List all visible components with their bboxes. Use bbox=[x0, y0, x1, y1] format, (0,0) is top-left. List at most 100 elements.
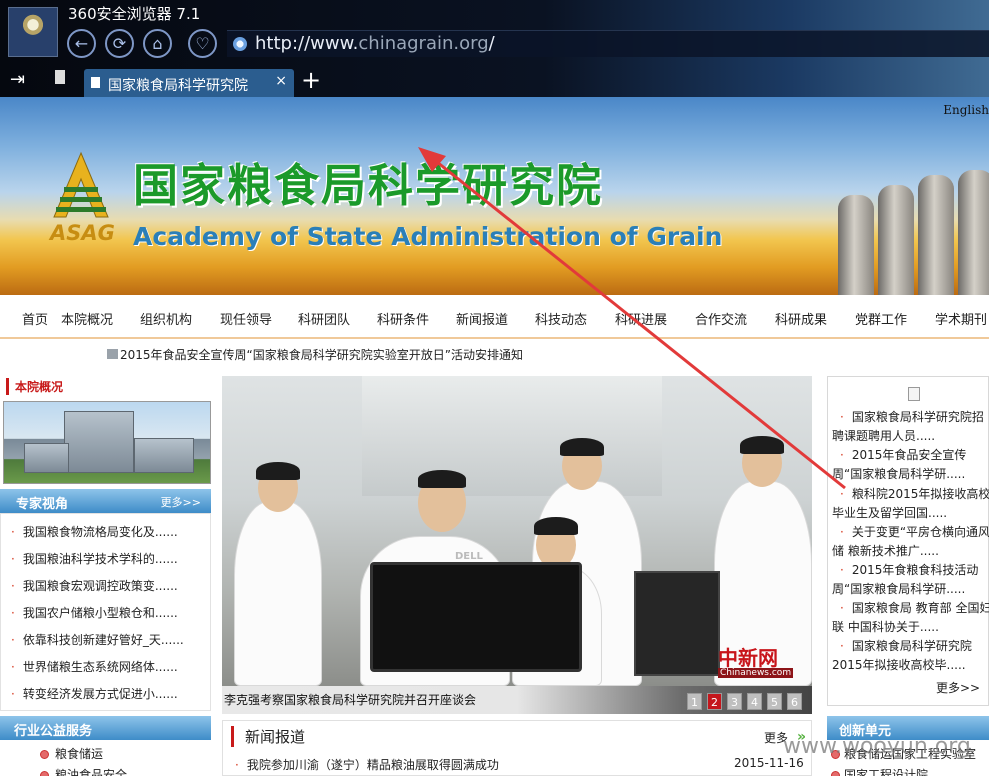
refresh-icon[interactable]: ⟳ bbox=[105, 29, 134, 58]
site-title: 国家粮食局科学研究院 bbox=[133, 159, 604, 212]
slide-caption[interactable]: 李克强考察国家粮食局科学研究院并召开座谈会 bbox=[224, 691, 476, 708]
address-bar[interactable]: http://www.chinagrain.org/ bbox=[227, 30, 989, 57]
home-icon[interactable]: ⌂ bbox=[143, 29, 172, 58]
list-item[interactable]: · 国家粮食局 教育部 全国妇联 中国科协关于..... bbox=[832, 599, 989, 637]
source-url: Chinanews.com bbox=[718, 668, 794, 678]
slide-page-5[interactable]: 5 bbox=[767, 693, 782, 710]
news-title: 新闻报道 bbox=[231, 726, 305, 747]
news-section: 新闻报道 更多 » · 我院参加川渝（遂宁）精品粮油展取得圆满成功 2015-11… bbox=[222, 720, 812, 776]
list-item-text: 关于变更“平房仓横向通风储 粮新技术推广..... bbox=[832, 525, 989, 558]
tab-strip: ⇥ 国家粮食局科学研究院 × + bbox=[0, 66, 989, 97]
innovation-item[interactable]: 国家工程设计院 bbox=[827, 766, 928, 776]
slideshow-photo[interactable]: DELL 中新网 Chinanews.com bbox=[222, 376, 812, 686]
list-item[interactable]: · 国家粮食局科学研究院2015年拟接收高校毕..... bbox=[832, 637, 989, 675]
grain-silo bbox=[918, 175, 954, 295]
list-item[interactable]: · 转变经济发展方式促进小...... bbox=[11, 685, 178, 702]
bullet-icon: · bbox=[840, 410, 844, 424]
list-item-text: 我国农户储粮小型粮仓和...... bbox=[22, 606, 178, 620]
building-shape bbox=[24, 443, 69, 473]
lab-shelf bbox=[362, 376, 662, 496]
experts-title: 专家视角 bbox=[16, 497, 69, 512]
bullet-icon: · bbox=[11, 633, 15, 647]
bullet-icon: · bbox=[840, 563, 844, 577]
nav-item-organization[interactable]: 组织机构 bbox=[140, 309, 192, 328]
bullet-icon: · bbox=[11, 660, 15, 674]
nav-item-journals[interactable]: 学术期刊 bbox=[935, 309, 987, 328]
list-item-text: 粮科院2015年拟接收高校毕业生及留学回国..... bbox=[832, 487, 989, 520]
grain-silo bbox=[958, 170, 989, 295]
back-icon[interactable]: ← bbox=[67, 29, 96, 58]
nav-item-teams[interactable]: 科研团队 bbox=[298, 309, 350, 328]
list-item-text: 2015年食品安全宣传周“国家粮食局科学研..... bbox=[832, 448, 967, 481]
slide-page-1[interactable]: 1 bbox=[687, 693, 702, 710]
news-slideshow[interactable]: DELL 中新网 Chinanews.com 李克强考察国家粮食局科学研究院并召… bbox=[222, 376, 812, 714]
tab-label: 国家粮食局科学研究院 bbox=[108, 78, 248, 94]
slide-page-2[interactable]: 2 bbox=[707, 693, 722, 710]
experts-header: 专家视角 更多>> bbox=[0, 489, 211, 513]
person-hair bbox=[418, 470, 466, 488]
experts-list: · 我国粮食物流格局变化及...... · 我国粮油科学技术学科的...... · 我… bbox=[0, 513, 211, 711]
nav-item-tech[interactable]: 科技动态 bbox=[535, 309, 587, 328]
nav-item-news[interactable]: 新闻报道 bbox=[456, 309, 508, 328]
site-banner: English ASAG 国家粮食局科学研究院 Academy of State… bbox=[0, 97, 989, 295]
person-hair bbox=[256, 462, 300, 480]
slide-page-3[interactable]: 3 bbox=[727, 693, 742, 710]
bullet-icon: · bbox=[840, 525, 844, 539]
list-item[interactable]: · 我国粮油科学技术学科的...... bbox=[11, 550, 178, 567]
nav-item-conditions[interactable]: 科研条件 bbox=[377, 309, 429, 328]
nav-item-cooperation[interactable]: 合作交流 bbox=[695, 309, 747, 328]
heart-icon[interactable]: ♡ bbox=[188, 29, 217, 58]
tab-list-icon[interactable] bbox=[55, 70, 65, 84]
list-item[interactable]: · 依靠科技创新建好管好_天...... bbox=[11, 631, 184, 648]
intro-heading[interactable]: 本院概况 bbox=[6, 378, 63, 395]
url-text[interactable]: http://www.chinagrain.org/ bbox=[255, 33, 495, 54]
list-item[interactable]: · 2015年食品安全宣传周“国家粮食局科学研..... bbox=[832, 446, 989, 484]
nav-item-overview[interactable]: 本院概况 bbox=[61, 309, 113, 328]
slide-caption-bar: 李克强考察国家粮食局科学研究院并召开座谈会 bbox=[222, 686, 812, 714]
site-subtitle: Academy of State Administration of Grain bbox=[133, 222, 723, 251]
close-icon[interactable]: × bbox=[275, 73, 287, 89]
nav-item-leaders[interactable]: 现任领导 bbox=[220, 309, 272, 328]
experts-more-link[interactable]: 更多>> bbox=[161, 494, 201, 510]
list-item[interactable]: · 我国粮食宏观调控政策变...... bbox=[11, 577, 178, 594]
monitor: DELL bbox=[370, 551, 582, 672]
slide-page-6[interactable]: 6 bbox=[787, 693, 802, 710]
watermark: www.wooyun.org bbox=[783, 734, 971, 759]
institute-building-image[interactable] bbox=[3, 401, 211, 484]
industry-item[interactable]: 粮油食品安全 bbox=[40, 766, 127, 776]
list-item[interactable]: · 国家粮食局科学研究院招聘课题聘用人员..... bbox=[832, 408, 989, 446]
source-logo: 中新网 bbox=[718, 646, 778, 670]
nav-item-home[interactable]: 首页 bbox=[22, 309, 48, 328]
broken-image-icon bbox=[908, 387, 920, 401]
url-prefix: http://www. bbox=[255, 33, 359, 54]
tab-active[interactable]: 国家粮食局科学研究院 × bbox=[84, 69, 294, 97]
list-item[interactable]: · 2015年食粮食科技活动周“国家粮食局科学研..... bbox=[832, 561, 989, 599]
nav-item-progress[interactable]: 科研进展 bbox=[615, 309, 667, 328]
url-domain: chinagrain.org bbox=[358, 33, 489, 54]
list-item[interactable]: · 世界储粮生态系统网络体...... bbox=[11, 658, 178, 675]
sidebar-toggle-icon[interactable]: ⇥ bbox=[10, 69, 25, 90]
notice-more-link[interactable]: 更多>> bbox=[936, 679, 980, 696]
bullet-icon bbox=[40, 771, 49, 776]
bullet-icon: · bbox=[11, 687, 15, 701]
notice-ticker[interactable]: 2015年食品安全宣传周“国家粮食局科学研究院实验室开放日”活动安排通知 bbox=[107, 346, 523, 363]
list-item[interactable]: · 关于变更“平房仓横向通风储 粮新技术推广..... bbox=[832, 523, 989, 561]
list-item[interactable]: · 我国农户储粮小型粮仓和...... bbox=[11, 604, 178, 621]
list-item-text: 2015年食粮食科技活动周“国家粮食局科学研..... bbox=[832, 563, 979, 596]
news-item[interactable]: · 我院参加川渝（遂宁）精品粮油展取得圆满成功 bbox=[235, 756, 499, 773]
list-item-text: 我国粮食物流格局变化及...... bbox=[22, 525, 178, 539]
nav-item-party[interactable]: 党群工作 bbox=[855, 309, 907, 328]
asag-logo-icon bbox=[53, 151, 109, 218]
industry-header: 行业公益服务 bbox=[0, 716, 211, 740]
slide-page-4[interactable]: 4 bbox=[747, 693, 762, 710]
industry-item[interactable]: 粮食储运 bbox=[40, 745, 103, 762]
plus-icon[interactable]: + bbox=[301, 66, 321, 94]
grain-silo bbox=[838, 195, 874, 295]
english-link[interactable]: English bbox=[943, 103, 989, 117]
building-shape bbox=[134, 438, 194, 473]
logo-text: ASAG bbox=[50, 221, 115, 245]
nav-item-achievements[interactable]: 科研成果 bbox=[775, 309, 827, 328]
main-nav: 首页 本院概况 组织机构 现任领导 科研团队 科研条件 新闻报道 科技动态 科研… bbox=[0, 295, 989, 339]
list-item[interactable]: · 我国粮食物流格局变化及...... bbox=[11, 523, 178, 540]
list-item[interactable]: · 粮科院2015年拟接收高校毕业生及留学回国..... bbox=[832, 485, 989, 523]
